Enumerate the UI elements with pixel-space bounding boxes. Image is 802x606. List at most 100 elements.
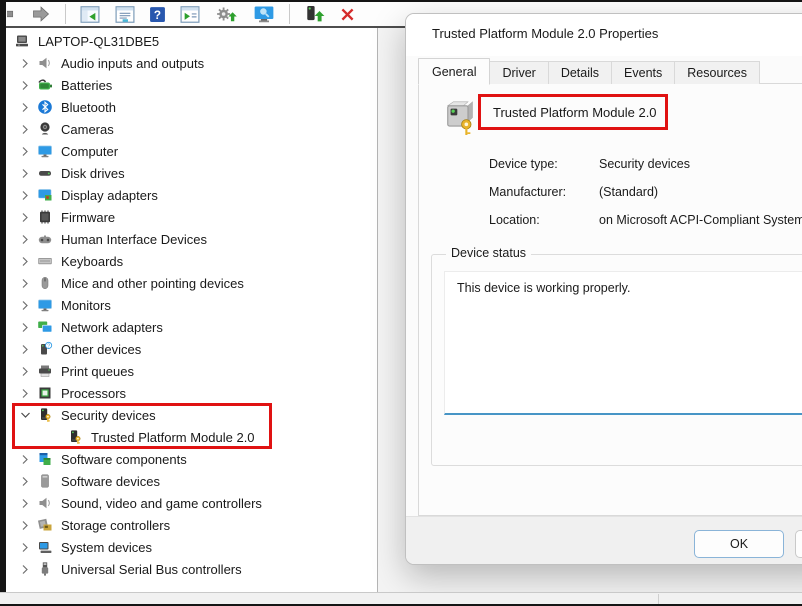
tree-item-audio-inputs-and-outputs[interactable]: Audio inputs and outputs: [6, 52, 377, 74]
chevron-right-icon[interactable]: [18, 540, 32, 554]
chevron-right-icon[interactable]: [18, 518, 32, 532]
toolbar-button-gear-update[interactable]: [214, 3, 238, 25]
tree-item-batteries[interactable]: Batteries: [6, 74, 377, 96]
tree-item-software-components[interactable]: Software components: [6, 448, 377, 470]
chevron-down-icon[interactable]: [18, 408, 32, 422]
tree-item-processors[interactable]: Processors: [6, 382, 377, 404]
tree-item-mice-and-other-pointing-devices[interactable]: Mice and other pointing devices: [6, 272, 377, 294]
forward-icon: [29, 4, 53, 24]
tree-item-label: Display adapters: [61, 188, 158, 203]
tree-item-display-adapters[interactable]: Display adapters: [6, 184, 377, 206]
toolbar-button-back[interactable]: [7, 3, 16, 25]
dialog-tabs: GeneralDriverDetailsEventsResources: [418, 58, 760, 84]
device-name: Trusted Platform Module 2.0: [481, 105, 657, 120]
chevron-right-icon[interactable]: [18, 254, 32, 268]
gear-update-icon: [214, 4, 238, 24]
chevron-right-icon[interactable]: [18, 298, 32, 312]
tab-details[interactable]: Details: [548, 61, 612, 84]
chevron-right-icon[interactable]: [18, 342, 32, 356]
toolbar-button-forward[interactable]: [29, 3, 53, 25]
tree-item-universal-serial-bus-controllers[interactable]: Universal Serial Bus controllers: [6, 558, 377, 580]
tab-resources[interactable]: Resources: [674, 61, 760, 84]
display-adapter-icon: [37, 187, 53, 203]
tree-item-laptop-ql31dbe5[interactable]: LAPTOP-QL31DBE5: [6, 30, 377, 52]
toolbar-button-computer-search[interactable]: [251, 3, 277, 25]
tree-item-label: Mice and other pointing devices: [61, 276, 244, 291]
tree-item-disk-drives[interactable]: Disk drives: [6, 162, 377, 184]
tree-item-bluetooth[interactable]: Bluetooth: [6, 96, 377, 118]
toolbar-button-properties[interactable]: [114, 3, 136, 25]
status-bar: [0, 592, 802, 604]
tree-item-keyboards[interactable]: Keyboards: [6, 250, 377, 272]
tree-item-storage-controllers[interactable]: Storage controllers: [6, 514, 377, 536]
tree-item-computer[interactable]: Computer: [6, 140, 377, 162]
chevron-right-icon[interactable]: [18, 364, 32, 378]
cancel-button-partial[interactable]: [795, 530, 802, 558]
toolbar-button-window-run[interactable]: [179, 3, 201, 25]
disk-icon: [37, 165, 53, 181]
chevron-right-icon[interactable]: [18, 166, 32, 180]
unknown-device-icon: ?: [37, 341, 53, 357]
chevron-right-icon[interactable]: [18, 562, 32, 576]
tree-item-label: Bluetooth: [61, 100, 116, 115]
device-info-fields: Device type:Security devicesManufacturer…: [489, 150, 802, 234]
toolbar-button-console-tree[interactable]: [79, 3, 101, 25]
uninstall-icon: [338, 5, 357, 24]
keyboard-icon: [37, 253, 53, 269]
tree-item-sound-video-and-game-controllers[interactable]: Sound, video and game controllers: [6, 492, 377, 514]
chevron-right-icon[interactable]: [18, 210, 32, 224]
tree-item-cameras[interactable]: Cameras: [6, 118, 377, 140]
help-icon: ?: [149, 6, 166, 23]
tree-item-label: Monitors: [61, 298, 111, 313]
ok-button[interactable]: OK: [694, 530, 784, 558]
chevron-right-icon[interactable]: [18, 452, 32, 466]
chevron-right-icon[interactable]: [18, 386, 32, 400]
system-device-icon: [37, 539, 53, 555]
tree-item-monitors[interactable]: Monitors: [6, 294, 377, 316]
toolbar-button-uninstall[interactable]: [338, 3, 357, 25]
software-device-icon: [37, 473, 53, 489]
chevron-right-icon[interactable]: [18, 276, 32, 290]
device-status-textbox[interactable]: This device is working properly.: [444, 271, 802, 415]
chevron-right-icon[interactable]: [18, 320, 32, 334]
device-name-highlight: Trusted Platform Module 2.0: [478, 94, 668, 130]
tree-item-label: Storage controllers: [61, 518, 170, 533]
tree-item-firmware[interactable]: Firmware: [6, 206, 377, 228]
tree-item-human-interface-devices[interactable]: Human Interface Devices: [6, 228, 377, 250]
toolbar-button-driver-update[interactable]: [303, 3, 325, 25]
tab-events[interactable]: Events: [611, 61, 675, 84]
back-icon: [7, 5, 16, 23]
driver-update-icon: [303, 4, 325, 24]
chevron-right-icon[interactable]: [18, 100, 32, 114]
tree-item-network-adapters[interactable]: Network adapters: [6, 316, 377, 338]
tree-item-label: System devices: [61, 540, 152, 555]
tree-item-software-devices[interactable]: Software devices: [6, 470, 377, 492]
chevron-right-icon[interactable]: [18, 78, 32, 92]
device-info-row: Device type:Security devices: [489, 150, 802, 178]
device-info-label: Location:: [489, 206, 599, 234]
chevron-right-icon[interactable]: [18, 122, 32, 136]
tree-item-label: Audio inputs and outputs: [61, 56, 204, 71]
tree-item-system-devices[interactable]: System devices: [6, 536, 377, 558]
computer-root-icon: [14, 33, 30, 49]
tpm-device-icon: [441, 97, 477, 137]
tab-general[interactable]: General: [418, 58, 490, 85]
chevron-right-icon[interactable]: [18, 188, 32, 202]
tree-item-security-devices[interactable]: Security devices: [6, 404, 377, 426]
chevron-right-icon[interactable]: [18, 144, 32, 158]
tree-item-other-devices[interactable]: ?Other devices: [6, 338, 377, 360]
toolbar-separator: [65, 4, 66, 24]
dialog-title: Trusted Platform Module 2.0 Properties: [432, 26, 658, 41]
tree-item-trusted-platform-module-2-0[interactable]: Trusted Platform Module 2.0: [6, 426, 377, 448]
toolbar-button-help[interactable]: ?: [149, 3, 166, 25]
chevron-right-icon[interactable]: [18, 232, 32, 246]
device-status-text: This device is working properly.: [445, 272, 802, 304]
tab-driver[interactable]: Driver: [489, 61, 548, 84]
tree-item-label: Computer: [61, 144, 118, 159]
chevron-right-icon[interactable]: [18, 56, 32, 70]
chevron-right-icon[interactable]: [18, 474, 32, 488]
security-device-icon: [37, 407, 53, 423]
chevron-right-icon[interactable]: [18, 496, 32, 510]
tree-item-print-queues[interactable]: Print queues: [6, 360, 377, 382]
dialog-titlebar[interactable]: Trusted Platform Module 2.0 Properties: [406, 14, 802, 56]
